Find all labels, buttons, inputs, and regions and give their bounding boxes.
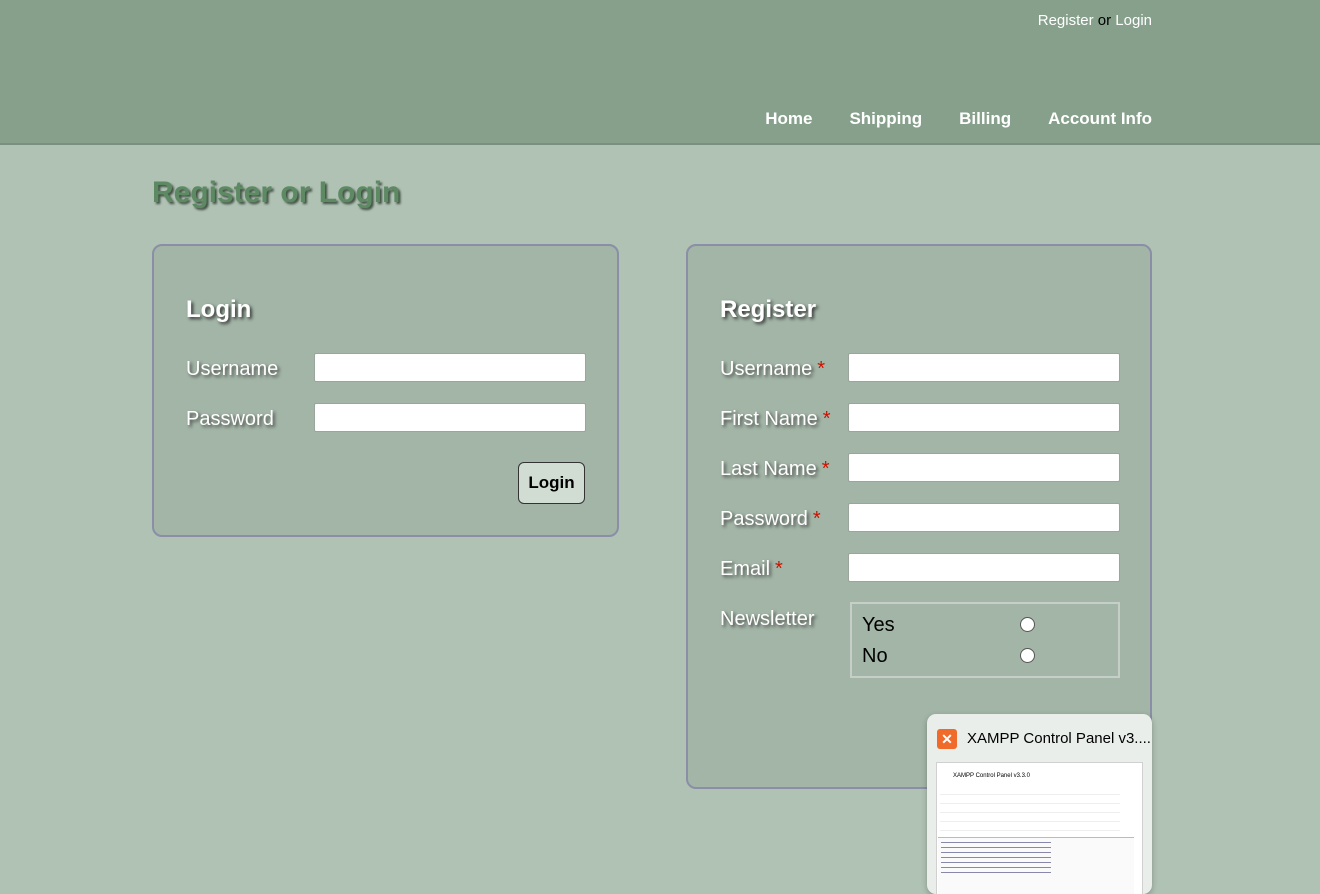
thumb-logline <box>941 867 1051 868</box>
label-text: Last Name <box>720 458 817 480</box>
register-lastname-label: Last Name * <box>720 458 830 481</box>
nav-home[interactable]: Home <box>765 109 812 129</box>
nav-account-info[interactable]: Account Info <box>1048 109 1152 129</box>
thumb-logline <box>941 842 1051 843</box>
required-mark: * <box>775 558 783 580</box>
newsletter-yes-label: Yes <box>862 614 895 636</box>
thumb-row <box>940 807 1120 813</box>
register-password-label: Password * <box>720 508 821 531</box>
newsletter-yes-radio[interactable] <box>1020 617 1035 632</box>
register-lastname-input[interactable] <box>848 453 1120 482</box>
preview-title: XAMPP Control Panel v3.... <box>967 730 1151 747</box>
thumb-title: XAMPP Control Panel v3.3.0 <box>953 773 1030 779</box>
label-text: Email <box>720 558 771 580</box>
newsletter-options: Yes No <box>850 602 1120 678</box>
newsletter-no-radio[interactable] <box>1020 648 1035 663</box>
register-panel: Register Username * First Name * Last Name… <box>686 244 1152 789</box>
site-header: Register or Login Home Shipping Billing … <box>0 0 1320 145</box>
required-mark: * <box>821 458 830 480</box>
xampp-icon: ✕ <box>937 729 957 749</box>
register-link[interactable]: Register <box>1038 12 1094 29</box>
thumb-logline <box>941 847 1051 848</box>
register-username-input[interactable] <box>848 353 1120 382</box>
register-title: Register <box>720 296 817 323</box>
main-nav: Home Shipping Billing Account Info <box>765 109 1152 129</box>
login-password-input[interactable] <box>314 403 586 432</box>
page-title: Register or Login <box>152 176 401 209</box>
register-username-label: Username * <box>720 358 825 381</box>
newsletter-label: Newsletter <box>720 608 815 630</box>
thumb-logline <box>941 872 1051 873</box>
login-password-label: Password <box>186 408 274 430</box>
required-mark: * <box>817 358 826 380</box>
register-email-label: Email * <box>720 558 783 581</box>
login-link[interactable]: Login <box>1115 12 1152 29</box>
thumb-logline <box>941 862 1051 863</box>
thumb-logline <box>941 857 1051 858</box>
thumb-row <box>940 816 1120 822</box>
label-text: Password <box>720 508 808 530</box>
label-text: Username <box>720 358 813 380</box>
register-email-input[interactable] <box>848 553 1120 582</box>
auth-links: Register or Login <box>1038 12 1152 29</box>
thumb-logline <box>941 852 1051 853</box>
newsletter-no-label: No <box>862 645 888 667</box>
required-mark: * <box>812 508 821 530</box>
login-button[interactable]: Login <box>518 462 585 504</box>
nav-billing[interactable]: Billing <box>959 109 1011 129</box>
login-username-input[interactable] <box>314 353 586 382</box>
preview-thumbnail[interactable]: XAMPP Control Panel v3.3.0 <box>936 762 1143 894</box>
login-title: Login <box>186 296 252 323</box>
label-text: First Name <box>720 408 818 430</box>
thumb-row <box>940 789 1120 795</box>
or-text: or <box>1097 12 1112 29</box>
required-mark: * <box>822 408 831 430</box>
register-firstname-input[interactable] <box>848 403 1120 432</box>
nav-shipping[interactable]: Shipping <box>849 109 922 129</box>
login-panel: Login Username Password Login <box>152 244 619 537</box>
thumb-log <box>938 837 1134 894</box>
register-password-input[interactable] <box>848 503 1120 532</box>
thumb-row <box>940 825 1120 831</box>
login-username-label: Username <box>186 358 279 380</box>
thumb-row <box>940 798 1120 804</box>
register-firstname-label: First Name * <box>720 408 831 431</box>
taskbar-window-preview[interactable]: ✕ XAMPP Control Panel v3.... XAMPP Contr… <box>927 714 1152 894</box>
